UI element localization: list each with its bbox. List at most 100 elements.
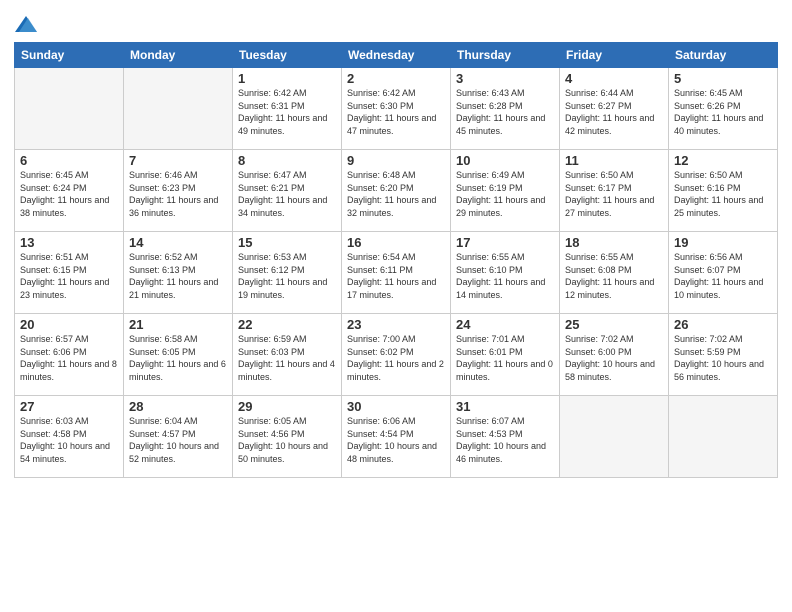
calendar-cell-1-3: 1Sunrise: 6:42 AM Sunset: 6:31 PM Daylig… bbox=[233, 68, 342, 150]
day-info: Sunrise: 6:45 AM Sunset: 6:26 PM Dayligh… bbox=[674, 87, 772, 137]
day-info: Sunrise: 6:57 AM Sunset: 6:06 PM Dayligh… bbox=[20, 333, 118, 383]
calendar-cell-2-7: 12Sunrise: 6:50 AM Sunset: 6:16 PM Dayli… bbox=[669, 150, 778, 232]
day-number: 16 bbox=[347, 235, 445, 250]
day-number: 25 bbox=[565, 317, 663, 332]
day-number: 6 bbox=[20, 153, 118, 168]
day-number: 21 bbox=[129, 317, 227, 332]
day-number: 17 bbox=[456, 235, 554, 250]
day-number: 29 bbox=[238, 399, 336, 414]
calendar-cell-3-3: 15Sunrise: 6:53 AM Sunset: 6:12 PM Dayli… bbox=[233, 232, 342, 314]
day-info: Sunrise: 6:50 AM Sunset: 6:17 PM Dayligh… bbox=[565, 169, 663, 219]
calendar-cell-4-7: 26Sunrise: 7:02 AM Sunset: 5:59 PM Dayli… bbox=[669, 314, 778, 396]
day-info: Sunrise: 6:50 AM Sunset: 6:16 PM Dayligh… bbox=[674, 169, 772, 219]
calendar-cell-1-2 bbox=[124, 68, 233, 150]
day-number: 26 bbox=[674, 317, 772, 332]
day-info: Sunrise: 6:44 AM Sunset: 6:27 PM Dayligh… bbox=[565, 87, 663, 137]
day-info: Sunrise: 7:02 AM Sunset: 6:00 PM Dayligh… bbox=[565, 333, 663, 383]
day-number: 15 bbox=[238, 235, 336, 250]
day-number: 1 bbox=[238, 71, 336, 86]
calendar-cell-4-1: 20Sunrise: 6:57 AM Sunset: 6:06 PM Dayli… bbox=[15, 314, 124, 396]
day-number: 11 bbox=[565, 153, 663, 168]
day-number: 20 bbox=[20, 317, 118, 332]
week-row-3: 13Sunrise: 6:51 AM Sunset: 6:15 PM Dayli… bbox=[15, 232, 778, 314]
day-number: 9 bbox=[347, 153, 445, 168]
calendar-cell-5-2: 28Sunrise: 6:04 AM Sunset: 4:57 PM Dayli… bbox=[124, 396, 233, 478]
day-info: Sunrise: 6:52 AM Sunset: 6:13 PM Dayligh… bbox=[129, 251, 227, 301]
calendar-cell-3-2: 14Sunrise: 6:52 AM Sunset: 6:13 PM Dayli… bbox=[124, 232, 233, 314]
day-number: 31 bbox=[456, 399, 554, 414]
day-info: Sunrise: 6:03 AM Sunset: 4:58 PM Dayligh… bbox=[20, 415, 118, 465]
calendar-cell-4-2: 21Sunrise: 6:58 AM Sunset: 6:05 PM Dayli… bbox=[124, 314, 233, 396]
day-info: Sunrise: 7:02 AM Sunset: 5:59 PM Dayligh… bbox=[674, 333, 772, 383]
week-row-5: 27Sunrise: 6:03 AM Sunset: 4:58 PM Dayli… bbox=[15, 396, 778, 478]
day-number: 7 bbox=[129, 153, 227, 168]
calendar-cell-1-5: 3Sunrise: 6:43 AM Sunset: 6:28 PM Daylig… bbox=[451, 68, 560, 150]
calendar-cell-4-4: 23Sunrise: 7:00 AM Sunset: 6:02 PM Dayli… bbox=[342, 314, 451, 396]
day-number: 14 bbox=[129, 235, 227, 250]
day-number: 27 bbox=[20, 399, 118, 414]
calendar-cell-5-7 bbox=[669, 396, 778, 478]
week-row-4: 20Sunrise: 6:57 AM Sunset: 6:06 PM Dayli… bbox=[15, 314, 778, 396]
day-info: Sunrise: 6:51 AM Sunset: 6:15 PM Dayligh… bbox=[20, 251, 118, 301]
week-row-2: 6Sunrise: 6:45 AM Sunset: 6:24 PM Daylig… bbox=[15, 150, 778, 232]
calendar-cell-5-3: 29Sunrise: 6:05 AM Sunset: 4:56 PM Dayli… bbox=[233, 396, 342, 478]
day-number: 23 bbox=[347, 317, 445, 332]
calendar-cell-5-6 bbox=[560, 396, 669, 478]
day-info: Sunrise: 6:47 AM Sunset: 6:21 PM Dayligh… bbox=[238, 169, 336, 219]
calendar-cell-1-7: 5Sunrise: 6:45 AM Sunset: 6:26 PM Daylig… bbox=[669, 68, 778, 150]
day-info: Sunrise: 6:59 AM Sunset: 6:03 PM Dayligh… bbox=[238, 333, 336, 383]
weekday-header-friday: Friday bbox=[560, 43, 669, 68]
calendar-cell-3-6: 18Sunrise: 6:55 AM Sunset: 6:08 PM Dayli… bbox=[560, 232, 669, 314]
calendar-cell-2-3: 8Sunrise: 6:47 AM Sunset: 6:21 PM Daylig… bbox=[233, 150, 342, 232]
day-number: 4 bbox=[565, 71, 663, 86]
day-info: Sunrise: 6:07 AM Sunset: 4:53 PM Dayligh… bbox=[456, 415, 554, 465]
day-info: Sunrise: 6:55 AM Sunset: 6:08 PM Dayligh… bbox=[565, 251, 663, 301]
day-info: Sunrise: 6:48 AM Sunset: 6:20 PM Dayligh… bbox=[347, 169, 445, 219]
day-info: Sunrise: 6:49 AM Sunset: 6:19 PM Dayligh… bbox=[456, 169, 554, 219]
week-row-1: 1Sunrise: 6:42 AM Sunset: 6:31 PM Daylig… bbox=[15, 68, 778, 150]
calendar-cell-2-2: 7Sunrise: 6:46 AM Sunset: 6:23 PM Daylig… bbox=[124, 150, 233, 232]
weekday-header-monday: Monday bbox=[124, 43, 233, 68]
calendar-cell-3-7: 19Sunrise: 6:56 AM Sunset: 6:07 PM Dayli… bbox=[669, 232, 778, 314]
day-info: Sunrise: 6:42 AM Sunset: 6:30 PM Dayligh… bbox=[347, 87, 445, 137]
calendar-cell-4-5: 24Sunrise: 7:01 AM Sunset: 6:01 PM Dayli… bbox=[451, 314, 560, 396]
calendar-cell-3-5: 17Sunrise: 6:55 AM Sunset: 6:10 PM Dayli… bbox=[451, 232, 560, 314]
day-info: Sunrise: 7:00 AM Sunset: 6:02 PM Dayligh… bbox=[347, 333, 445, 383]
calendar-cell-3-1: 13Sunrise: 6:51 AM Sunset: 6:15 PM Dayli… bbox=[15, 232, 124, 314]
calendar-cell-1-1 bbox=[15, 68, 124, 150]
calendar-cell-2-6: 11Sunrise: 6:50 AM Sunset: 6:17 PM Dayli… bbox=[560, 150, 669, 232]
day-number: 24 bbox=[456, 317, 554, 332]
day-number: 8 bbox=[238, 153, 336, 168]
page: SundayMondayTuesdayWednesdayThursdayFrid… bbox=[0, 0, 792, 612]
day-number: 5 bbox=[674, 71, 772, 86]
day-number: 22 bbox=[238, 317, 336, 332]
day-info: Sunrise: 6:58 AM Sunset: 6:05 PM Dayligh… bbox=[129, 333, 227, 383]
day-number: 3 bbox=[456, 71, 554, 86]
day-number: 13 bbox=[20, 235, 118, 250]
calendar-cell-5-5: 31Sunrise: 6:07 AM Sunset: 4:53 PM Dayli… bbox=[451, 396, 560, 478]
day-info: Sunrise: 6:45 AM Sunset: 6:24 PM Dayligh… bbox=[20, 169, 118, 219]
weekday-header-wednesday: Wednesday bbox=[342, 43, 451, 68]
weekday-header-sunday: Sunday bbox=[15, 43, 124, 68]
calendar-cell-4-3: 22Sunrise: 6:59 AM Sunset: 6:03 PM Dayli… bbox=[233, 314, 342, 396]
day-info: Sunrise: 6:04 AM Sunset: 4:57 PM Dayligh… bbox=[129, 415, 227, 465]
calendar-cell-4-6: 25Sunrise: 7:02 AM Sunset: 6:00 PM Dayli… bbox=[560, 314, 669, 396]
header bbox=[14, 10, 778, 36]
day-info: Sunrise: 6:54 AM Sunset: 6:11 PM Dayligh… bbox=[347, 251, 445, 301]
calendar-cell-5-4: 30Sunrise: 6:06 AM Sunset: 4:54 PM Dayli… bbox=[342, 396, 451, 478]
day-number: 18 bbox=[565, 235, 663, 250]
calendar-cell-3-4: 16Sunrise: 6:54 AM Sunset: 6:11 PM Dayli… bbox=[342, 232, 451, 314]
day-info: Sunrise: 6:05 AM Sunset: 4:56 PM Dayligh… bbox=[238, 415, 336, 465]
day-number: 2 bbox=[347, 71, 445, 86]
day-info: Sunrise: 6:53 AM Sunset: 6:12 PM Dayligh… bbox=[238, 251, 336, 301]
calendar-cell-2-5: 10Sunrise: 6:49 AM Sunset: 6:19 PM Dayli… bbox=[451, 150, 560, 232]
day-number: 28 bbox=[129, 399, 227, 414]
day-number: 10 bbox=[456, 153, 554, 168]
day-number: 12 bbox=[674, 153, 772, 168]
day-number: 30 bbox=[347, 399, 445, 414]
day-info: Sunrise: 7:01 AM Sunset: 6:01 PM Dayligh… bbox=[456, 333, 554, 383]
weekday-header-thursday: Thursday bbox=[451, 43, 560, 68]
day-number: 19 bbox=[674, 235, 772, 250]
calendar-cell-1-4: 2Sunrise: 6:42 AM Sunset: 6:30 PM Daylig… bbox=[342, 68, 451, 150]
day-info: Sunrise: 6:55 AM Sunset: 6:10 PM Dayligh… bbox=[456, 251, 554, 301]
